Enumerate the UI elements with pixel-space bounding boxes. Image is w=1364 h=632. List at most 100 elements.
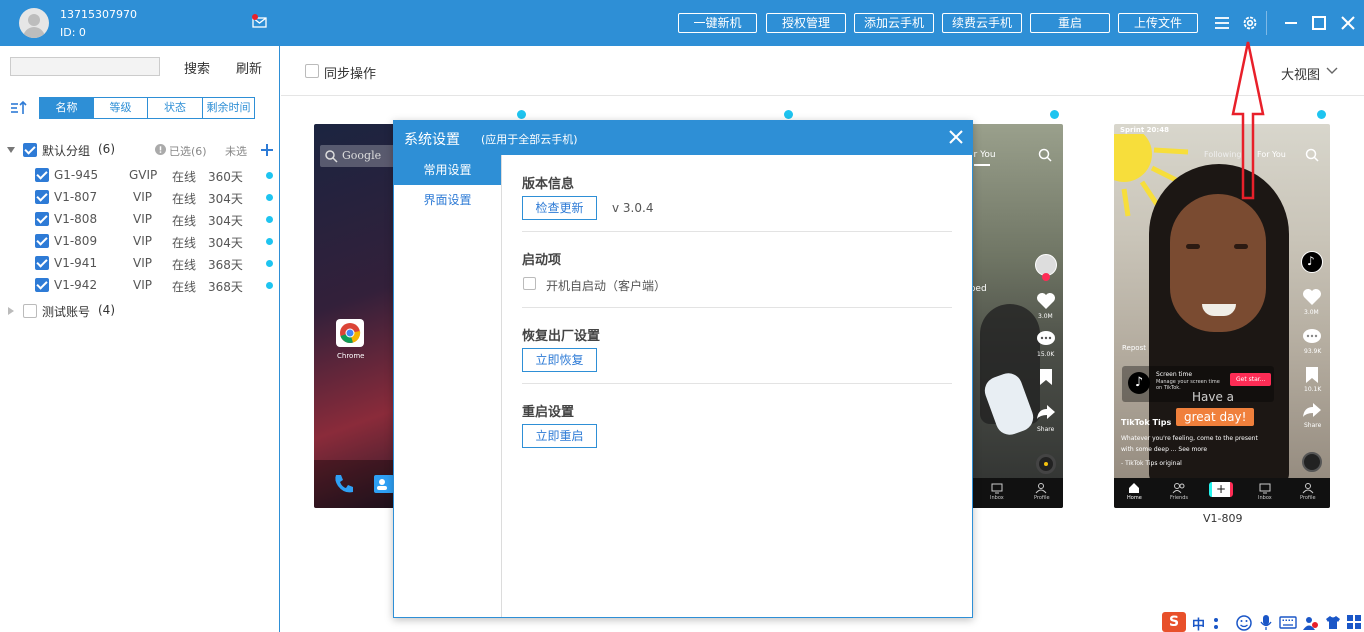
device-checkbox[interactable] <box>35 256 49 270</box>
device-checkbox[interactable] <box>35 278 49 292</box>
chrome-icon <box>340 323 361 343</box>
emoji-icon[interactable] <box>1236 615 1252 631</box>
group-count: (6) <box>98 142 115 156</box>
restore-now-button[interactable]: 立即恢复 <box>522 348 597 372</box>
unselected-label[interactable]: 未选 <box>225 143 247 159</box>
bookmark-icon[interactable] <box>1305 366 1319 384</box>
video-eye <box>1234 244 1248 249</box>
tiktok-nav: Inbox Profile <box>960 478 1063 508</box>
tab-level[interactable]: 等级 <box>93 97 148 119</box>
friends-icon[interactable] <box>1172 482 1186 494</box>
renew-cloud-phone-button[interactable]: 续费云手机 <box>942 13 1022 33</box>
device-row[interactable]: G1-945 GVIP 在线 360天 <box>0 164 280 186</box>
sync-checkbox[interactable] <box>305 64 319 78</box>
sogou-icon[interactable]: S <box>1162 612 1186 632</box>
nav-home: Home <box>1127 495 1142 501</box>
phone-screen-3[interactable]: or You pped 3.0M 15.0K Share Inbox Profi… <box>960 124 1063 508</box>
inbox-icon[interactable] <box>1259 482 1271 494</box>
comment-icon[interactable] <box>1036 330 1056 348</box>
profile-icon[interactable] <box>1035 482 1047 494</box>
repost-label[interactable]: Repost <box>1122 344 1146 352</box>
device-days: 304天 <box>208 214 243 228</box>
autostart-checkbox[interactable] <box>523 277 536 290</box>
expand-icon[interactable] <box>7 147 15 153</box>
tab-status[interactable]: 状态 <box>147 97 203 119</box>
heart-icon[interactable] <box>1302 288 1322 306</box>
view-mode-label[interactable]: 大视图 <box>1281 64 1320 83</box>
device-checkbox[interactable] <box>35 168 49 182</box>
reboot-now-button[interactable]: 立即重启 <box>522 424 597 448</box>
status-bar-time: Sprint 20:48 <box>1120 126 1169 134</box>
expand-icon[interactable] <box>8 307 14 315</box>
share-icon[interactable] <box>1302 402 1322 418</box>
close-icon[interactable] <box>948 129 964 145</box>
menu-icon[interactable] <box>1212 13 1232 33</box>
skin-icon[interactable] <box>1325 615 1341 630</box>
search-button[interactable]: 搜索 <box>184 58 210 77</box>
search-icon[interactable] <box>1305 148 1319 162</box>
author-name[interactable]: TikTok Tips <box>1121 418 1171 427</box>
nav-profile: Profile <box>1300 495 1316 501</box>
group-checkbox[interactable] <box>23 143 37 157</box>
message-icon[interactable] <box>251 14 267 28</box>
device-name: G1-945 <box>54 168 99 182</box>
toolbox-icon[interactable] <box>1347 615 1362 630</box>
search-input[interactable] <box>10 57 160 76</box>
sort-icon[interactable] <box>10 100 28 116</box>
tab-remaining-time[interactable]: 剩余时间 <box>202 97 255 119</box>
music-disc[interactable] <box>1036 454 1056 474</box>
share-icon[interactable] <box>1036 404 1056 420</box>
heart-icon[interactable] <box>1036 292 1056 310</box>
ime-mode[interactable]: 中 <box>1192 614 1205 632</box>
group-test[interactable]: 测试账号 (4) <box>0 300 280 322</box>
search-icon[interactable] <box>1038 148 1052 162</box>
follow-badge[interactable] <box>1042 273 1050 281</box>
device-row[interactable]: V1-808 VIP 在线 304天 <box>0 208 280 230</box>
upload-file-button[interactable]: 上传文件 <box>1118 13 1198 33</box>
restart-button[interactable]: 重启 <box>1030 13 1110 33</box>
device-status: 在线 <box>172 214 197 228</box>
maximize-icon[interactable] <box>1309 13 1329 33</box>
user-icon[interactable] <box>1303 615 1319 631</box>
tab-name[interactable]: 名称 <box>39 97 94 119</box>
group-checkbox[interactable] <box>23 304 37 318</box>
phone-screen-4[interactable]: Sprint 20:48 Following For You ♪ 3.0M 93… <box>1114 124 1330 508</box>
add-cloud-phone-button[interactable]: 添加云手机 <box>854 13 934 33</box>
gear-icon[interactable] <box>1240 13 1260 33</box>
microphone-icon[interactable] <box>1260 614 1272 631</box>
comment-icon[interactable] <box>1302 328 1322 346</box>
device-checkbox[interactable] <box>35 212 49 226</box>
chrome-app[interactable] <box>336 319 364 347</box>
avatar[interactable] <box>19 8 49 38</box>
device-row[interactable]: V1-807 VIP 在线 304天 <box>0 186 280 208</box>
inbox-icon[interactable] <box>991 482 1003 494</box>
get-started-button[interactable]: Get star... <box>1230 373 1272 386</box>
device-checkbox[interactable] <box>35 190 49 204</box>
keyboard-icon[interactable] <box>1279 616 1297 629</box>
home-icon[interactable] <box>1128 482 1140 494</box>
authorization-button[interactable]: 授权管理 <box>766 13 846 33</box>
punctuation-icon[interactable] <box>1212 616 1226 630</box>
creator-avatar[interactable]: ♪ <box>1301 251 1323 273</box>
group-default[interactable]: 默认分组 (6) 已选(6) 未选 <box>0 139 280 161</box>
chevron-down-icon[interactable] <box>1326 67 1338 75</box>
profile-icon[interactable] <box>1302 482 1314 494</box>
minimize-icon[interactable] <box>1281 13 1301 33</box>
device-row[interactable]: V1-941 VIP 在线 368天 <box>0 252 280 274</box>
create-button[interactable]: + <box>1209 482 1233 497</box>
refresh-button[interactable]: 刷新 <box>236 58 262 77</box>
one-click-new-device-button[interactable]: 一键新机 <box>678 13 757 33</box>
add-icon[interactable] <box>260 143 274 157</box>
sound-label[interactable]: - TikTok Tips original <box>1121 460 1182 467</box>
nav-general-settings[interactable]: 常用设置 <box>394 155 501 185</box>
toolbar-separator <box>1266 11 1267 35</box>
phone-icon[interactable] <box>332 472 356 496</box>
device-checkbox[interactable] <box>35 234 49 248</box>
bookmark-icon[interactable] <box>1039 368 1053 386</box>
music-disc[interactable] <box>1302 452 1322 472</box>
device-row[interactable]: V1-809 VIP 在线 304天 <box>0 230 280 252</box>
device-row[interactable]: V1-942 VIP 在线 368天 <box>0 274 280 296</box>
check-update-button[interactable]: 检查更新 <box>522 196 597 220</box>
close-icon[interactable] <box>1338 13 1358 33</box>
nav-interface-settings[interactable]: 界面设置 <box>394 185 501 215</box>
